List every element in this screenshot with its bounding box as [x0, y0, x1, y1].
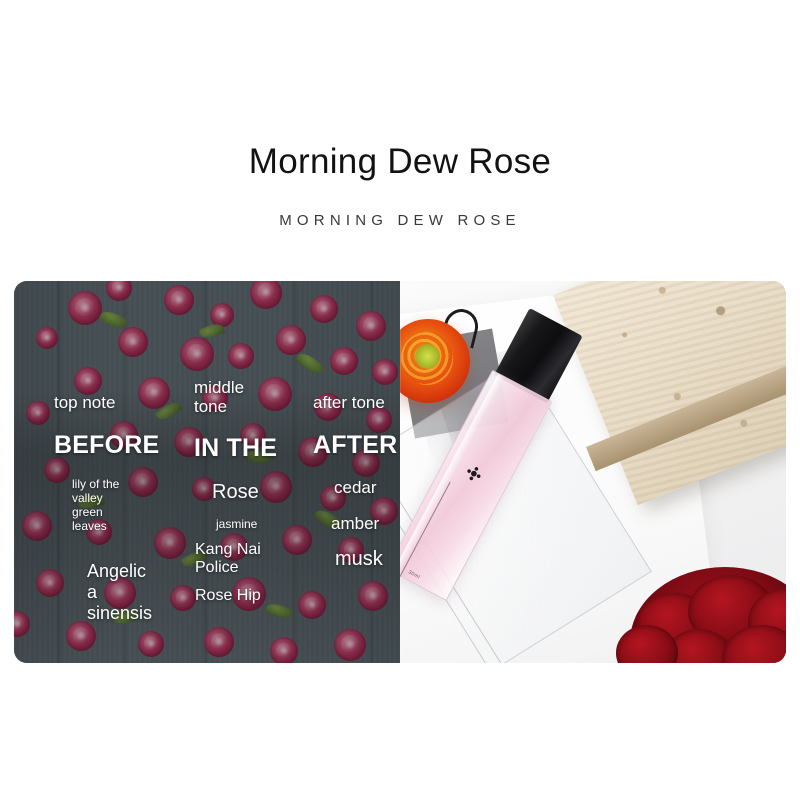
note-item-amber: amber [331, 514, 380, 533]
note-column-after-head: after tone [313, 393, 385, 412]
image-panel-pair: top note BEFORE lily of the valley green le… [14, 281, 786, 663]
panel-divider [400, 281, 401, 663]
page-subtitle: MORNING DEW ROSE [279, 212, 521, 229]
note-item-lily-green: lily of the valley green leaves [72, 477, 120, 533]
note-item-rose: Rose [212, 481, 259, 503]
page-title: Morning Dew Rose [248, 142, 552, 181]
note-column-middle-head: middle tone [194, 378, 245, 416]
product-photo-panel: 30ml [400, 281, 786, 663]
note-item-musk: musk [335, 548, 383, 570]
fragrance-notes-panel: top note BEFORE lily of the valley green le… [14, 281, 400, 663]
note-pyramid: top note BEFORE lily of the valley green le… [14, 281, 400, 663]
note-column-top-head: top note [54, 393, 116, 412]
note-column-top: top note BEFORE lily of the valley green le… [54, 393, 182, 624]
note-item-angelica: Angelic a sinensis [87, 561, 153, 623]
note-item-jasmine: jasmine [216, 517, 258, 531]
page-root: Morning Dew Rose MORNING DEW ROSE top no… [0, 0, 800, 800]
bottle-volume-label: 30ml [407, 569, 421, 581]
note-column-after-title: AFTER [313, 431, 398, 459]
note-column-middle: middle tone IN THE Rose jasmine Kang Nai P… [194, 378, 314, 605]
note-column-middle-title: IN THE [194, 434, 278, 462]
note-item-rose-hip: Rose Hip [195, 587, 261, 604]
note-column-after: after tone AFTER cedar amber musk [313, 393, 400, 571]
brand-logo-icon [463, 463, 485, 484]
note-item-cedar: cedar [334, 478, 377, 497]
note-column-top-title: BEFORE [54, 431, 160, 459]
note-item-kang-nai-police: Kang Nai Police [195, 541, 261, 576]
